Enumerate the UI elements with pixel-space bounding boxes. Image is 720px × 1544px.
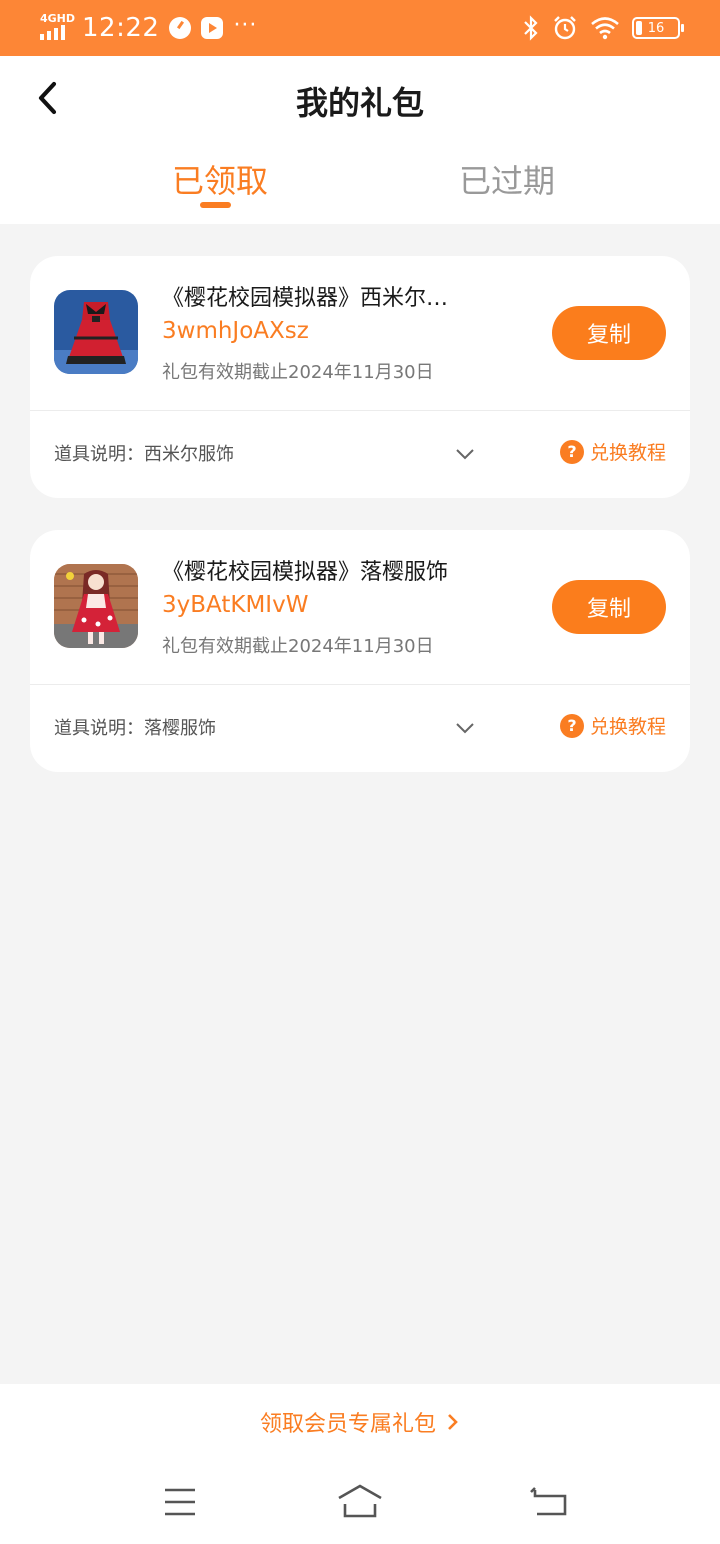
help-icon: ? — [559, 439, 584, 464]
page-title: 我的礼包 — [295, 84, 424, 122]
gift-thumbnail — [54, 290, 138, 374]
gift-code: 3wmhJoAXsz — [162, 318, 309, 344]
exchange-tutorial-link[interactable]: ? 兑换教程 — [559, 438, 666, 465]
page-header: 我的礼包 已领取 已过期 — [0, 56, 720, 224]
home-icon[interactable] — [335, 1482, 385, 1522]
tab-expired[interactable]: 已过期 — [459, 156, 555, 202]
gift-name: 《樱花校园模拟器》西米尔… — [162, 286, 449, 311]
alarm-icon — [554, 16, 576, 40]
help-icon: ? — [559, 713, 584, 738]
bluetooth-icon — [524, 15, 538, 41]
chevron-right-icon — [448, 1414, 458, 1430]
battery-level: 16 — [647, 20, 665, 36]
tab-received[interactable]: 已领取 — [172, 156, 268, 202]
gift-card: 《樱花校园模拟器》落樱服饰 3yBAtKMIvW 礼包有效期截止2024年11月… — [30, 530, 690, 772]
battery-icon: 16 — [632, 17, 684, 39]
more-notifications-icon: ··· — [233, 12, 258, 38]
gift-expiry: 礼包有效期截止2024年11月30日 — [162, 636, 434, 657]
chevron-down-icon[interactable] — [454, 446, 476, 462]
gift-expiry: 礼包有效期截止2024年11月30日 — [162, 362, 434, 383]
video-icon — [201, 17, 224, 39]
gift-thumbnail — [54, 564, 138, 648]
gift-card: 《樱花校园模拟器》西米尔… 3wmhJoAXsz 礼包有效期截止2024年11月… — [30, 256, 690, 498]
member-gift-link[interactable]: 领取会员专属礼包 — [0, 1406, 720, 1438]
status-bar: 4GHD 12:22 ··· 16 — [0, 0, 720, 56]
exchange-tutorial-label: 兑换教程 — [589, 442, 666, 464]
menu-icon[interactable] — [155, 1482, 205, 1522]
network-type: 4GHD — [40, 12, 76, 25]
back-nav-icon[interactable] — [525, 1482, 575, 1522]
chevron-down-icon[interactable] — [454, 720, 476, 736]
gift-name: 《樱花校园模拟器》落樱服饰 — [162, 560, 449, 585]
exchange-tutorial-label: 兑换教程 — [589, 716, 666, 738]
copy-button[interactable]: 复制 — [552, 580, 666, 634]
divider — [30, 684, 690, 685]
compass-icon — [169, 17, 192, 39]
wifi-icon — [591, 17, 619, 40]
member-gift-label: 领取会员专属礼包 — [259, 1412, 436, 1437]
signal-icon: 4GHD — [40, 12, 76, 42]
copy-button[interactable]: 复制 — [552, 306, 666, 360]
divider — [30, 410, 690, 411]
item-description: 道具说明：西米尔服饰 — [54, 444, 234, 465]
item-description: 道具说明：落樱服饰 — [54, 718, 216, 739]
bottom-area: 领取会员专属礼包 — [0, 1384, 720, 1544]
active-tab-indicator — [200, 202, 231, 208]
gift-code: 3yBAtKMIvW — [162, 592, 309, 618]
exchange-tutorial-link[interactable]: ? 兑换教程 — [559, 712, 666, 739]
status-time: 12:22 — [82, 13, 160, 43]
